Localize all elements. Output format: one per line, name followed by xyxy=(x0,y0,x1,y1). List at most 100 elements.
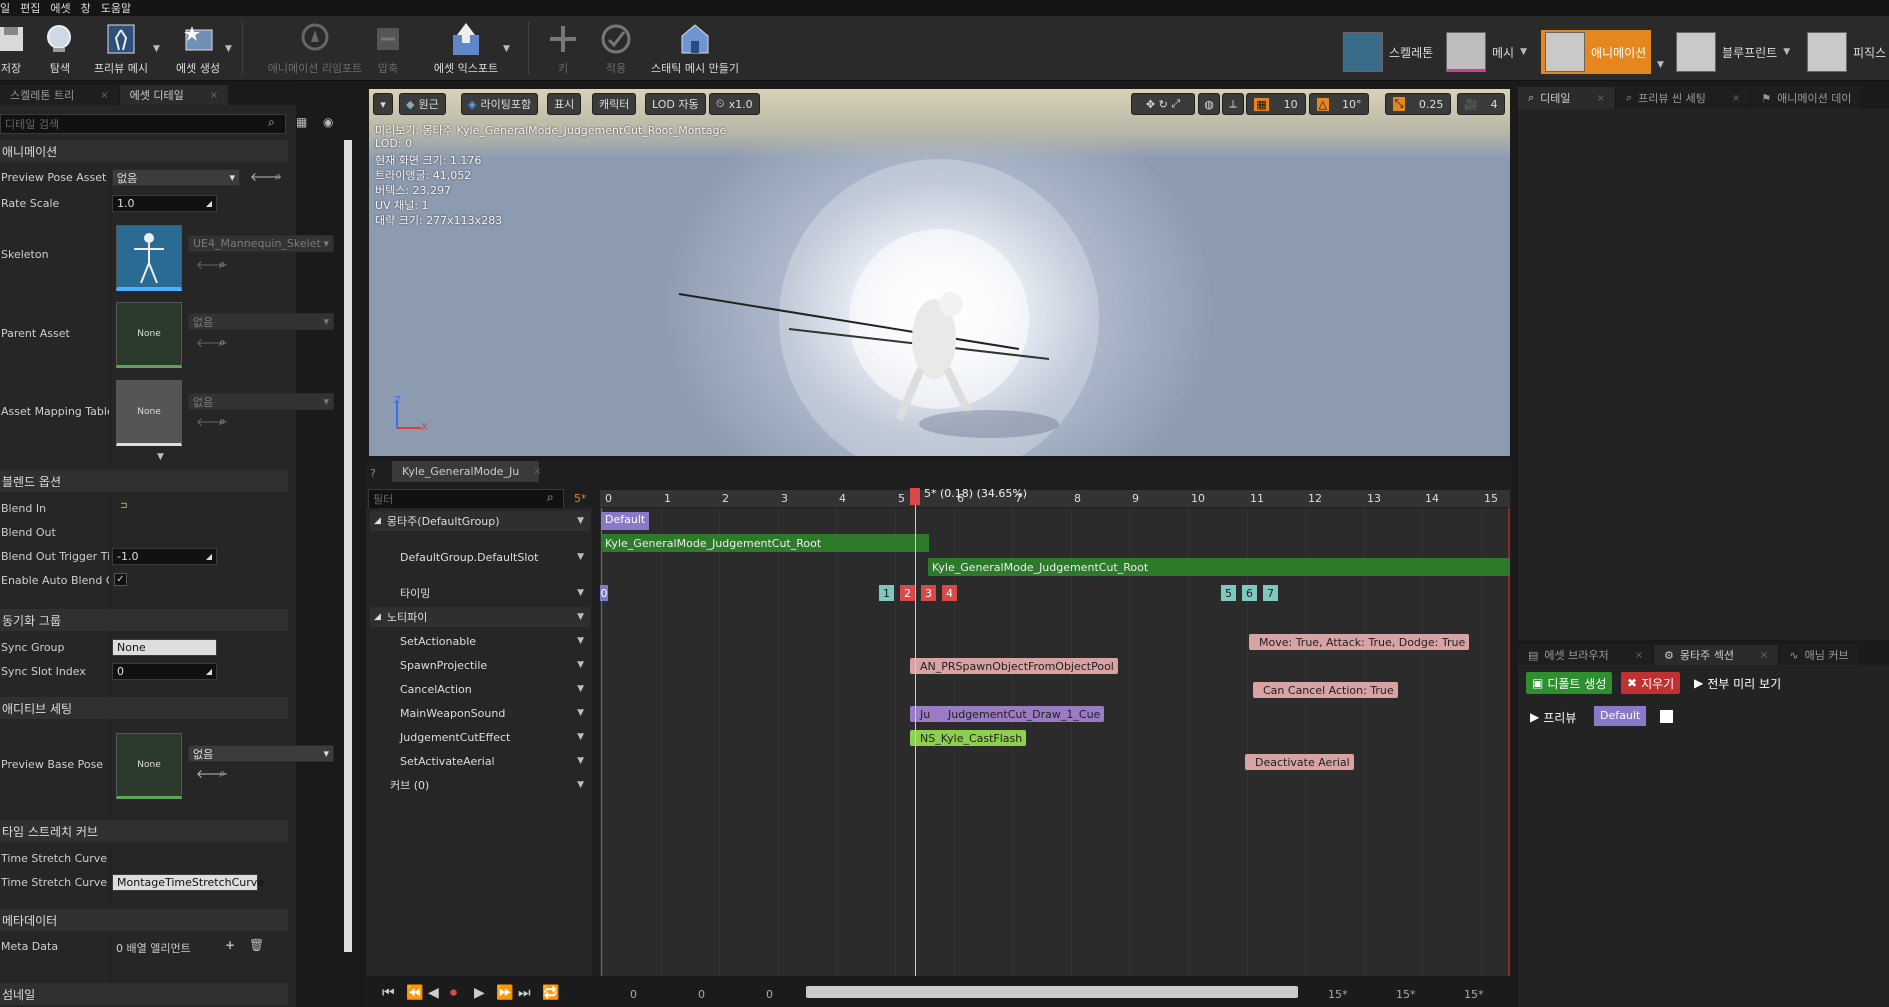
playback-speed-button[interactable]: ⏲ x1.0 xyxy=(709,93,760,115)
section-blend-options[interactable]: 블렌드 옵션 xyxy=(0,470,288,492)
time-stretch-curve-name-field[interactable]: MontageTimeStretchCurve xyxy=(112,874,264,891)
close-icon[interactable]: × xyxy=(1635,650,1643,661)
chevron-down-icon[interactable]: ▼ xyxy=(577,780,584,790)
skeleton-thumbnail[interactable] xyxy=(116,225,182,291)
asset-mapping-dropdown[interactable]: 없음 ▾ xyxy=(188,393,334,410)
section-sync-group[interactable]: 동기화 그룹 xyxy=(0,609,288,631)
chevron-down-icon[interactable]: ▼ xyxy=(577,552,584,562)
tab-details[interactable]: ⌕ 디테일 × xyxy=(1518,87,1616,109)
notify-spawn-projectile[interactable]: AN_PRSpawnObjectFromObjectPool xyxy=(910,658,1118,674)
section-metadata[interactable]: 메타데이터 xyxy=(0,909,288,931)
chevron-down-icon[interactable]: ▼ xyxy=(1783,47,1790,57)
lod-button[interactable]: LOD 자동 xyxy=(645,93,706,115)
compress-button[interactable]: 압축 xyxy=(365,20,411,76)
track-montage-group[interactable]: ◢ 몽타주(DefaultGroup) ▼ xyxy=(370,511,590,531)
track-judgement-cut-effect[interactable]: JudgementCutEffect ▼ xyxy=(370,727,590,747)
step-forward-icon[interactable]: ⏩ xyxy=(496,985,513,1001)
auto-blend-out-checkbox[interactable]: ✓ xyxy=(114,573,127,586)
help-icon[interactable]: ? xyxy=(370,467,376,480)
menu-help[interactable]: 도움말 xyxy=(101,0,141,16)
chevron-down-icon[interactable]: ▼ xyxy=(577,588,584,598)
mode-blueprint[interactable]: 블루프린트 ▼ xyxy=(1672,30,1794,74)
track-cancel-action[interactable]: CancelAction ▼ xyxy=(370,679,590,699)
section-time-stretch-curve[interactable]: 타임 스트레치 커브 xyxy=(0,820,288,842)
timeline-scrollbar[interactable] xyxy=(806,986,1298,998)
preview-mesh-button[interactable]: 프리뷰 메시 xyxy=(88,20,154,76)
rate-scale-field[interactable]: 1.0 ◢ xyxy=(112,195,217,212)
tab-montage-sections[interactable]: ⚙ 몽타주 섹션 × xyxy=(1654,645,1780,665)
mode-physics[interactable]: 피직스 xyxy=(1803,30,1889,74)
scale-snap-control[interactable]: ⤡ 0.25 xyxy=(1385,93,1451,115)
track-spawn-projectile[interactable]: SpawnProjectile ▼ xyxy=(370,655,590,675)
character-button[interactable]: 캐릭터 xyxy=(592,93,637,115)
rotation-snap-control[interactable]: △ 10° xyxy=(1309,93,1369,115)
show-button[interactable]: 표시 xyxy=(547,93,582,115)
jump-to-end-icon[interactable]: ⏭ xyxy=(518,985,531,1001)
close-icon[interactable]: × xyxy=(100,90,108,101)
mode-skeleton[interactable]: 스켈레톤 xyxy=(1339,30,1437,74)
chevron-down-icon[interactable]: ▼ xyxy=(577,660,584,670)
key-button[interactable]: 키 xyxy=(540,20,586,76)
jump-to-start-icon[interactable]: ⏮ xyxy=(382,985,395,1001)
close-icon[interactable]: × xyxy=(1597,93,1605,104)
reimport-animation-button[interactable]: 애니메이션 리임포트 xyxy=(268,20,362,76)
track-curves[interactable]: 커브 (0) ▼ xyxy=(370,775,590,795)
scrollbar[interactable] xyxy=(344,140,352,952)
blend-out-trigger-field[interactable]: -1.0 ◢ xyxy=(112,548,217,565)
chevron-down-icon[interactable]: ▼ xyxy=(577,732,584,742)
expand-arrow-icon[interactable]: ▼ xyxy=(157,452,164,462)
close-icon[interactable]: × xyxy=(1732,93,1740,104)
close-icon[interactable]: × xyxy=(533,466,541,477)
apply-button[interactable]: 적용 xyxy=(593,20,639,76)
notify-judgement-cut-effect[interactable]: NS_Kyle_CastFlash xyxy=(910,730,1027,746)
details-search-input[interactable]: 디테일 검색 xyxy=(0,114,286,134)
lighting-button[interactable]: ◈ 라이팅포함 xyxy=(461,93,539,115)
preview-pose-asset-dropdown[interactable]: 없음 ▾ xyxy=(112,169,240,186)
chevron-down-icon[interactable]: ▼ xyxy=(577,708,584,718)
sync-group-field[interactable]: None xyxy=(112,639,217,656)
search-icon[interactable]: ⌕ xyxy=(275,169,282,184)
tab-asset-details[interactable]: 에셋 디테일 × xyxy=(119,85,230,105)
make-static-mesh-button[interactable]: 스태틱 메시 만들기 xyxy=(645,20,745,76)
sync-slot-index-field[interactable]: 0 ◢ xyxy=(112,663,217,680)
segment-2[interactable]: Kyle_GeneralMode_JudgementCut_Root xyxy=(928,558,1510,576)
search-icon[interactable]: ⌕ xyxy=(219,766,226,781)
section-default[interactable]: Default xyxy=(601,512,650,530)
skeleton-dropdown[interactable]: UE4_Mannequin_Skeleton ▾ xyxy=(188,235,334,252)
asset-mapping-thumbnail[interactable]: None xyxy=(116,380,182,446)
play-icon[interactable]: ▶ xyxy=(474,985,485,1001)
notify-cancel-action[interactable]: Can Cancel Action: True xyxy=(1253,682,1398,698)
track-set-activate-aerial[interactable]: SetActivateAerial ▼ xyxy=(370,751,590,771)
tab-montage[interactable]: Kyle_GeneralMode_Ju × xyxy=(392,461,542,482)
record-icon[interactable]: ⏺ xyxy=(450,985,457,1001)
notify-set-actionable[interactable]: Move: True, Attack: True, Dodge: True xyxy=(1249,634,1470,650)
perspective-button[interactable]: ◆ 원근 xyxy=(399,93,446,115)
tab-skeleton-tree[interactable]: 스켈레톤 트리 × xyxy=(0,85,120,105)
section-default-chip[interactable]: Default xyxy=(1594,706,1647,726)
menu-file[interactable]: 일 xyxy=(0,0,20,16)
clear-button[interactable]: ✖ 지우기 xyxy=(1621,672,1681,694)
parent-asset-dropdown[interactable]: 없음 ▾ xyxy=(188,313,334,330)
preview-base-pose-dropdown[interactable]: 없음 ▾ xyxy=(188,745,334,762)
chevron-down-icon[interactable]: ▼ xyxy=(1657,60,1664,70)
section-additive-settings[interactable]: 애디티브 세팅 xyxy=(0,697,288,719)
parent-asset-thumbnail[interactable]: None xyxy=(116,302,182,368)
timing-marker[interactable]: 5 xyxy=(1221,585,1236,601)
track-set-actionable[interactable]: SetActionable ▼ xyxy=(370,631,590,651)
search-icon[interactable]: ⌕ xyxy=(219,257,226,272)
chevron-down-icon[interactable]: ▼ xyxy=(225,44,232,54)
preview-all-button[interactable]: ▶ 전부 미리 보기 xyxy=(1694,672,1781,694)
close-icon[interactable]: × xyxy=(1760,650,1768,661)
expand-icon[interactable]: ⊐ xyxy=(120,501,128,511)
timing-marker[interactable]: 7 xyxy=(1263,585,1278,601)
timing-marker[interactable]: 4 xyxy=(942,585,957,601)
timing-marker[interactable]: 3 xyxy=(921,585,936,601)
timing-marker[interactable]: 0 xyxy=(600,585,608,601)
chevron-down-icon[interactable]: ▼ xyxy=(1520,47,1527,57)
tab-asset-browser[interactable]: ▤ 에셋 브라우저 × xyxy=(1518,645,1655,665)
browse-button[interactable]: 탐색 xyxy=(27,20,93,76)
track-filter-input[interactable]: 필터 xyxy=(368,489,564,509)
scrub-handle[interactable] xyxy=(910,488,920,505)
track-default-slot[interactable]: DefaultGroup.DefaultSlot ▼ xyxy=(370,547,590,567)
notify-main-weapon-sound[interactable]: JudgementCut_Draw_1_Cue xyxy=(938,706,1105,722)
